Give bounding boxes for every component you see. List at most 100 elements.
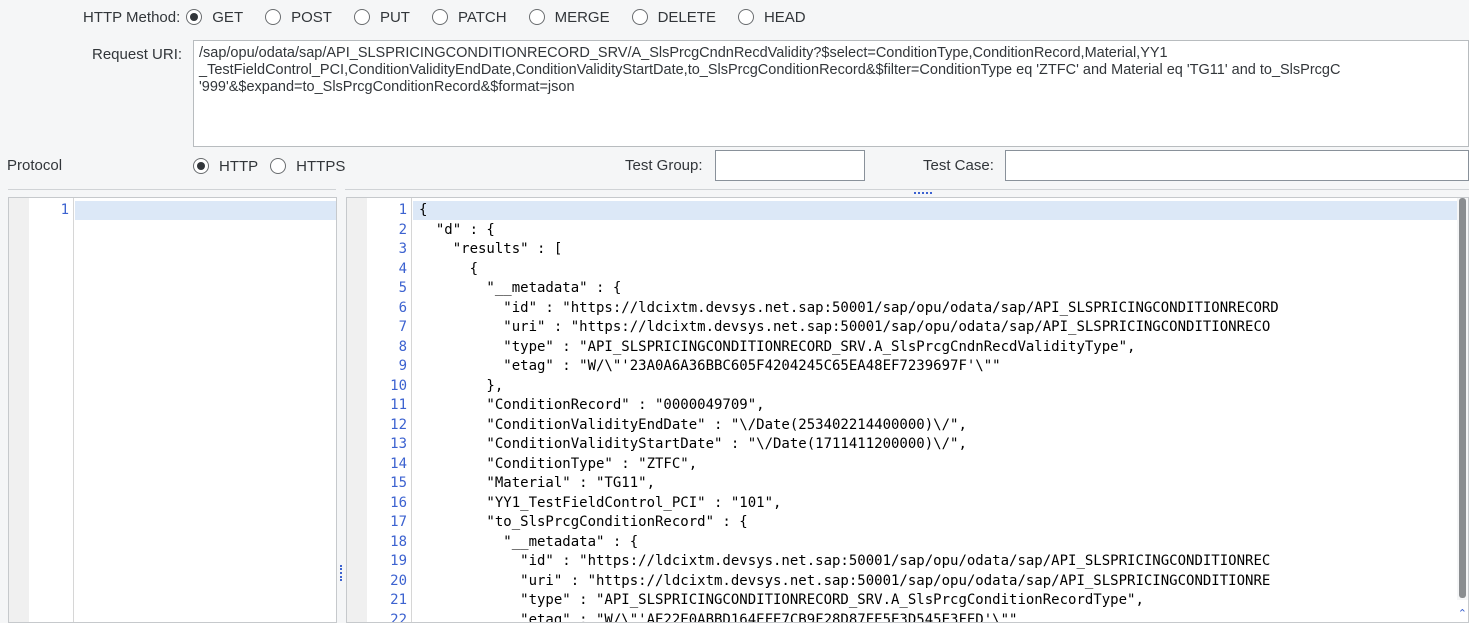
radio-merge[interactable]: MERGE [528,8,610,26]
line-number: 12 [390,416,407,433]
uri-line: _TestFieldControl_PCI,ConditionValidityE… [199,62,1341,78]
code-line: "etag" : "W/\"'AE22E0ABBD164EFE7CB9F28D8… [419,611,1018,623]
radio-head[interactable]: HEAD [737,8,806,26]
line-number: 14 [390,455,407,472]
line-number: 9 [398,358,407,374]
response-editor-code[interactable]: { "d" : { "results" : [ { "__metadata" :… [413,198,1468,622]
response-editor[interactable]: 1 2 3 4 5 6 7 8 9 10 11 12 13 14 15 16 17 18 19 20 21 22 { "d… [346,197,1469,623]
uri-line: '999'&$expand=to_SlsPrcgConditionRecord&… [199,79,575,95]
active-line-highlight [413,201,1468,220]
code-line: "to_SlsPrcgConditionRecord" : { [419,514,748,530]
line-number: 3 [398,241,407,257]
code-line: "Material" : "TG11", [419,475,656,491]
code-line: "YY1_TestFieldControl_PCI" : "101", [419,494,782,511]
radio-label: PUT [379,8,410,26]
line-number: 21 [390,592,407,608]
http-method-label: HTTP Method: [83,8,181,26]
code-line: "__metadata" : { [419,533,639,550]
radio-post[interactable]: POST [265,9,332,26]
radio-get[interactable]: GET [186,9,243,26]
request-editor-code[interactable] [75,198,336,622]
request-uri-input[interactable]: /sap/opu/odata/sap/API_SLSPRICINGCONDITI… [193,40,1469,147]
radio-circle-icon[interactable] [265,9,282,25]
code-line: "etag" : "W/\"'23A0A6A36BBC605F4204245C6… [419,358,1001,374]
radio-label: GET [212,8,244,26]
radio-circle-icon[interactable] [528,9,545,25]
editor-top-divider-right [345,189,1469,190]
line-number: 1 [60,202,69,218]
code-line: }, [419,377,504,394]
code-line: "id" : "https://ldcixtm.devsys.net.sap:5… [419,553,1271,569]
response-editor-gutter: 1 2 3 4 5 6 7 8 9 10 11 12 13 14 15 16 17 18 19 20 21 22 [367,198,412,622]
code-line: "ConditionValidityStartDate" : "\/Date(1… [419,436,967,452]
response-editor-fold-strip [347,198,368,622]
code-line: "uri" : "https://ldcixtm.devsys.net.sap:… [419,572,1271,589]
radio-https[interactable]: HTTPS [270,158,345,175]
code-line: "ConditionRecord" : "0000049709", [419,397,765,413]
radio-circle-icon[interactable] [270,158,287,174]
request-editor-fold-strip [9,198,30,622]
code-line: "id" : "https://ldcixtm.devsys.net.sap:5… [419,299,1279,316]
line-number: 18 [390,533,407,550]
radio-label: MERGE [554,8,610,26]
line-number: 17 [390,514,407,530]
code-line: "ConditionType" : "ZTFC", [419,455,698,472]
radio-circle-icon[interactable] [186,9,203,25]
protocol-label: Protocol [7,157,63,174]
code-line: "ConditionValidityEndDate" : "\/Date(253… [419,416,967,433]
line-number: 4 [398,260,407,277]
line-number: 15 [390,475,407,491]
radio-label: PATCH [457,8,507,26]
radio-label: DELETE [657,8,716,26]
request-uri-label: Request URI: [92,46,183,63]
editor-top-divider [8,189,336,190]
line-number: 13 [390,436,407,452]
response-editor-scrollbar[interactable] [1457,198,1468,600]
radio-http[interactable]: HTTP [193,158,258,175]
request-editor-gutter: 1 [29,198,74,622]
line-number: 16 [390,494,407,511]
test-group-input[interactable] [715,150,865,181]
line-number: 20 [390,572,407,589]
protocol-radio-group: HTTP HTTPS [193,155,357,177]
radio-circle-icon[interactable] [431,9,448,25]
uri-line: /sap/opu/odata/sap/API_SLSPRICINGCONDITI… [199,45,1168,61]
line-number: 6 [398,299,407,316]
code-line: "__metadata" : { [419,280,622,296]
line-number: 5 [398,280,407,296]
line-number: 2 [398,221,407,238]
radio-label: HEAD [763,8,806,26]
scrollbar-thumb[interactable] [1459,198,1466,598]
code-line: "results" : [ [419,241,563,257]
http-method-row: HTTP Method: GET POST PUT PATCH MERGE DELETE H… [83,6,828,28]
request-editor[interactable]: 1 [8,197,337,623]
test-group-label: Test Group: [625,157,703,174]
active-line-highlight [75,201,336,220]
scroll-up-icon[interactable]: ⌃ [1458,607,1467,620]
code-line: "d" : { [419,221,495,238]
radio-label: POST [291,8,332,26]
radio-circle-icon[interactable] [631,9,648,25]
code-line: { [419,202,428,218]
test-case-input[interactable] [1005,150,1469,181]
code-line: "uri" : "https://ldcixtm.devsys.net.sap:… [419,319,1271,335]
radio-circle-icon[interactable] [353,9,370,25]
line-number: 1 [398,202,407,218]
radio-label: HTTPS [296,157,346,175]
radio-circle-icon[interactable] [737,9,754,25]
radio-put[interactable]: PUT [353,8,410,26]
line-number: 8 [398,338,407,355]
http-method-radio-group: GET POST PUT PATCH MERGE DELETE HEAD [186,9,827,26]
radio-delete[interactable]: DELETE [631,8,716,26]
line-number: 19 [390,553,407,569]
radio-patch[interactable]: PATCH [431,8,507,26]
line-number: 7 [398,319,407,335]
line-number: 22 [390,611,407,623]
radio-circle-icon[interactable] [193,158,209,174]
code-line: "type" : "API_SLSPRICINGCONDITIONRECORD_… [419,592,1144,608]
line-number: 10 [390,377,407,394]
splitter-grip-icon[interactable] [340,565,345,581]
code-line: { [419,260,479,277]
test-case-label: Test Case: [923,157,994,174]
code-line: "type" : "API_SLSPRICINGCONDITIONRECORD_… [419,338,1136,355]
